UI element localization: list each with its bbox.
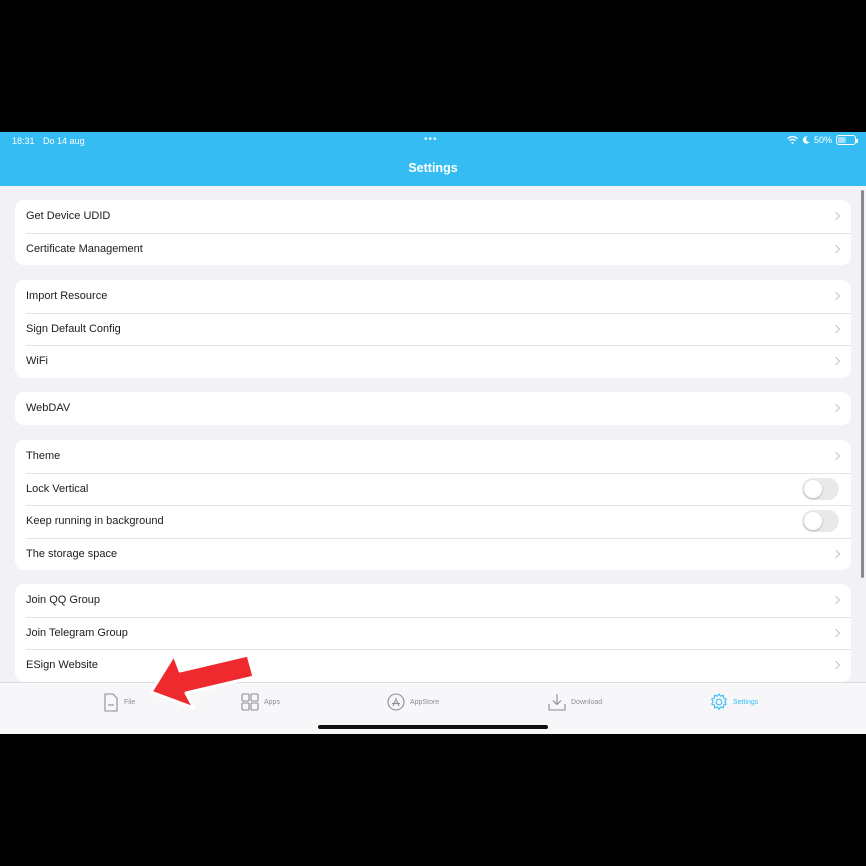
wifi-icon xyxy=(787,136,798,144)
tab-appstore[interactable]: AppStore xyxy=(387,693,439,711)
row-label: ESign Website xyxy=(26,659,98,672)
row-label: Sign Default Config xyxy=(26,322,121,335)
row-wifi[interactable]: WiFi xyxy=(15,345,851,378)
appstore-icon xyxy=(387,693,405,711)
row-keep-running-in-background: Keep running in background xyxy=(15,505,851,538)
status-time: 18:31 xyxy=(12,136,35,146)
chevron-right-icon xyxy=(831,324,841,333)
chevron-right-icon xyxy=(831,404,841,413)
charging-bolt-icon: ⚡ xyxy=(843,135,849,144)
row-label: Join Telegram Group xyxy=(26,626,128,639)
scrollbar[interactable] xyxy=(861,190,864,578)
tab-bar: File Apps AppStore Download Settings xyxy=(0,682,866,734)
row-label: Keep running in background xyxy=(26,515,164,528)
gear-icon xyxy=(711,693,727,710)
chevron-right-icon xyxy=(831,628,841,637)
row-join-telegram-group[interactable]: Join Telegram Group xyxy=(15,616,851,650)
chevron-right-icon xyxy=(831,292,841,301)
row-theme[interactable]: Theme xyxy=(15,440,851,473)
tab-label: AppStore xyxy=(410,698,440,706)
chevron-right-icon xyxy=(831,212,841,221)
row-webdav[interactable]: WebDAV xyxy=(15,392,851,425)
toggle-knob xyxy=(804,479,822,498)
multitasking-dots-icon[interactable]: ••• xyxy=(424,134,438,145)
keep-running-toggle[interactable] xyxy=(802,510,839,533)
settings-group-resources: Import Resource Sign Default Config WiFi xyxy=(15,280,851,378)
row-lock-vertical: Lock Vertical xyxy=(15,472,851,506)
chevron-right-icon xyxy=(831,244,841,253)
toggle-knob xyxy=(804,512,822,531)
status-date: Do 14 aug xyxy=(43,136,85,146)
tab-download[interactable]: Download xyxy=(548,693,602,711)
row-label: Certificate Management xyxy=(26,242,143,255)
row-label: Import Resource xyxy=(26,290,108,303)
row-certificate-management[interactable]: Certificate Management xyxy=(15,232,851,266)
tab-file[interactable]: File xyxy=(103,693,135,712)
status-bar-left: 18:31 Do 14 aug xyxy=(12,136,85,146)
tab-label: Download xyxy=(571,698,603,706)
settings-group-appearance: Theme Lock Vertical Keep running in back… xyxy=(15,440,851,570)
app-screen: 18:31 Do 14 aug ••• 50% ⚡ Settings Get D… xyxy=(0,132,866,734)
row-label: Theme xyxy=(26,450,61,463)
row-label: Lock Vertical xyxy=(26,482,89,495)
chevron-right-icon xyxy=(831,661,841,670)
battery-percent: 50% xyxy=(813,135,832,145)
moon-icon xyxy=(802,136,810,144)
file-icon xyxy=(104,693,118,712)
download-icon xyxy=(548,694,566,711)
lock-vertical-toggle[interactable] xyxy=(802,477,839,500)
row-label: Get Device UDID xyxy=(26,210,111,223)
page-title: Settings xyxy=(408,161,458,175)
row-label: WebDAV xyxy=(26,402,71,415)
tab-settings[interactable]: Settings xyxy=(710,693,758,711)
row-label: Join QQ Group xyxy=(26,594,100,607)
annotation-arrow-icon xyxy=(149,653,256,710)
row-import-resource[interactable]: Import Resource xyxy=(15,280,851,313)
tab-label: File xyxy=(124,699,136,706)
chevron-right-icon xyxy=(831,452,841,461)
row-label: WiFi xyxy=(26,355,48,368)
battery-icon: ⚡ xyxy=(836,135,858,145)
row-join-qq-group[interactable]: Join QQ Group xyxy=(15,584,851,617)
row-label: The storage space xyxy=(26,547,118,560)
home-indicator[interactable] xyxy=(318,725,548,729)
chevron-right-icon xyxy=(831,357,841,366)
row-storage-space[interactable]: The storage space xyxy=(15,537,851,571)
settings-group-webdav: WebDAV xyxy=(15,392,851,425)
status-bar-right: 50% ⚡ xyxy=(787,135,858,145)
chevron-right-icon xyxy=(831,549,841,558)
row-get-device-udid[interactable]: Get Device UDID xyxy=(15,200,851,233)
chevron-right-icon xyxy=(831,596,841,605)
row-sign-default-config[interactable]: Sign Default Config xyxy=(15,312,851,346)
navigation-bar: 18:31 Do 14 aug ••• 50% ⚡ Settings xyxy=(0,132,866,186)
settings-group-device: Get Device UDID Certificate Management xyxy=(15,200,851,265)
tab-label: Settings xyxy=(733,698,759,706)
